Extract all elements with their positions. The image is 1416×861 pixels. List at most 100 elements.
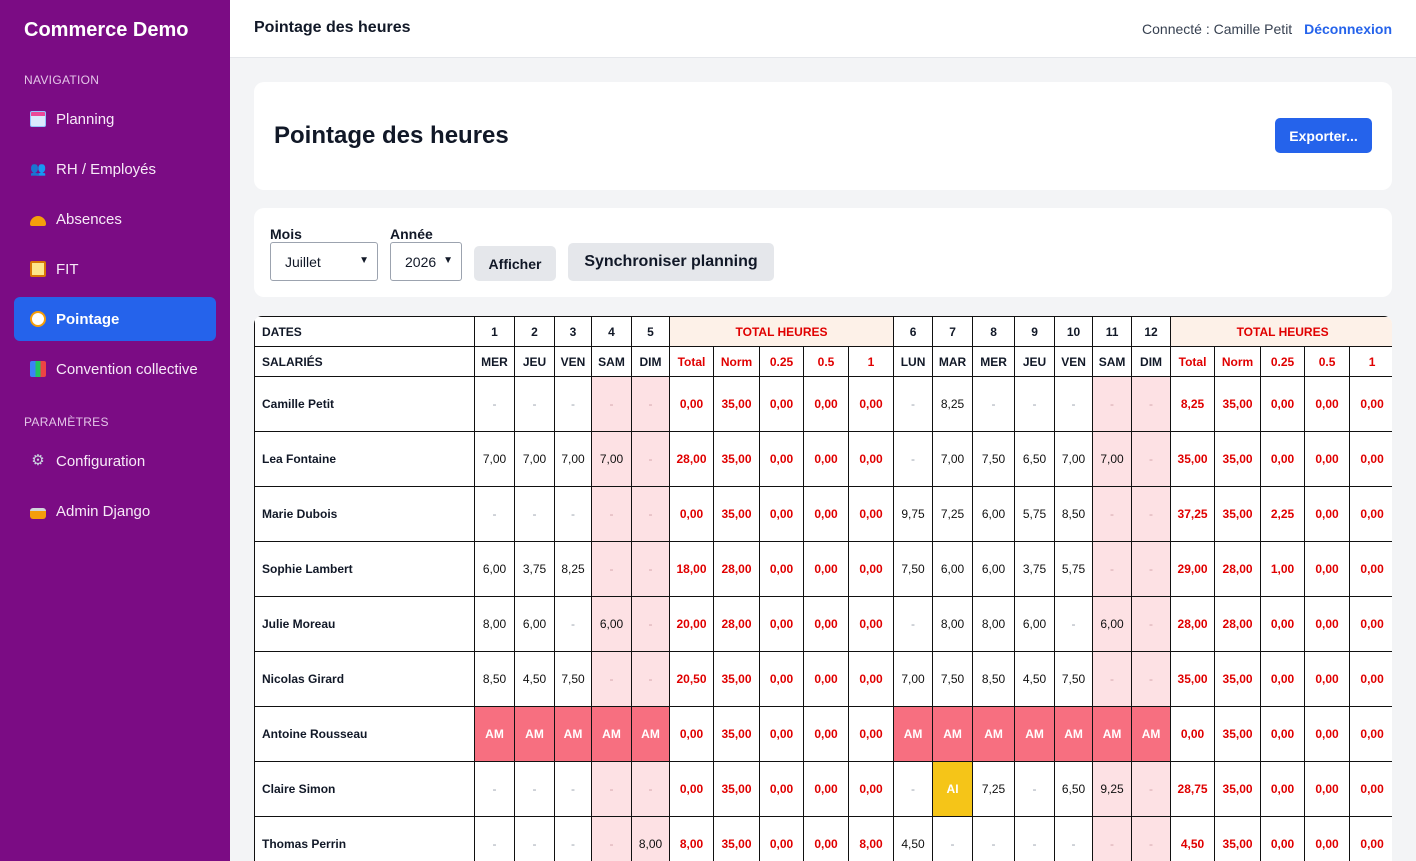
day-hours-cell[interactable]: 7,00 <box>514 431 555 487</box>
day-hours-cell[interactable]: - <box>591 651 632 707</box>
day-hours-cell[interactable]: AM <box>474 706 515 762</box>
export-button[interactable]: Exporter... <box>1275 118 1372 153</box>
day-hours-cell[interactable]: - <box>1131 376 1172 432</box>
day-hours-cell[interactable]: - <box>631 376 670 432</box>
day-hours-cell[interactable]: 8,25 <box>554 541 592 597</box>
day-hours-cell[interactable]: - <box>631 761 670 817</box>
year-select[interactable]: 2026 ▼ <box>390 242 462 281</box>
day-hours-cell[interactable]: - <box>1092 376 1133 432</box>
day-hours-cell[interactable]: 7,00 <box>554 431 592 487</box>
day-hours-cell[interactable]: - <box>1054 816 1094 861</box>
day-hours-cell[interactable]: AM <box>1092 706 1133 762</box>
day-hours-cell[interactable]: - <box>631 486 670 542</box>
day-hours-cell[interactable]: AM <box>591 706 632 762</box>
day-hours-cell[interactable]: 6,00 <box>972 541 1016 597</box>
day-hours-cell[interactable]: - <box>631 596 670 652</box>
day-hours-cell[interactable]: 8,50 <box>972 651 1016 707</box>
day-hours-cell[interactable]: - <box>591 541 632 597</box>
day-hours-cell[interactable]: - <box>514 486 555 542</box>
day-hours-cell[interactable]: AM <box>554 706 592 762</box>
day-hours-cell[interactable]: 6,00 <box>932 541 974 597</box>
day-hours-cell[interactable]: 8,00 <box>474 596 515 652</box>
sidebar-item-convention[interactable]: Convention collective <box>14 347 216 391</box>
day-hours-cell[interactable]: 7,00 <box>1054 431 1094 487</box>
day-hours-cell[interactable]: - <box>1131 816 1172 861</box>
day-hours-cell[interactable]: - <box>554 596 592 652</box>
day-hours-cell[interactable]: AM <box>932 706 974 762</box>
day-hours-cell[interactable]: AM <box>1131 706 1172 762</box>
day-hours-cell[interactable]: - <box>1131 541 1172 597</box>
day-hours-cell[interactable]: - <box>554 816 592 861</box>
day-hours-cell[interactable]: 7,00 <box>1092 431 1133 487</box>
day-hours-cell[interactable]: 7,00 <box>893 651 934 707</box>
day-hours-cell[interactable]: 6,50 <box>1054 761 1094 817</box>
day-hours-cell[interactable]: - <box>893 761 934 817</box>
day-hours-cell[interactable]: - <box>1131 761 1172 817</box>
show-button[interactable]: Afficher <box>474 246 556 281</box>
day-hours-cell[interactable]: - <box>514 376 555 432</box>
day-hours-cell[interactable]: 8,50 <box>1054 486 1094 542</box>
day-hours-cell[interactable]: - <box>1131 486 1172 542</box>
day-hours-cell[interactable]: - <box>1092 541 1133 597</box>
day-hours-cell[interactable]: AM <box>631 706 670 762</box>
day-hours-cell[interactable]: - <box>474 761 515 817</box>
day-hours-cell[interactable]: - <box>1092 651 1133 707</box>
day-hours-cell[interactable]: - <box>1131 651 1172 707</box>
day-hours-cell[interactable]: - <box>591 816 632 861</box>
day-hours-cell[interactable]: 4,50 <box>514 651 555 707</box>
day-hours-cell[interactable]: 9,25 <box>1092 761 1133 817</box>
day-hours-cell[interactable]: - <box>1131 431 1172 487</box>
sidebar-item-admin[interactable]: Admin Django <box>14 489 216 533</box>
day-hours-cell[interactable]: - <box>1014 761 1056 817</box>
day-hours-cell[interactable]: - <box>893 596 934 652</box>
day-hours-cell[interactable]: 6,00 <box>972 486 1016 542</box>
day-hours-cell[interactable]: 3,75 <box>514 541 555 597</box>
day-hours-cell[interactable]: - <box>972 376 1016 432</box>
day-hours-cell[interactable]: - <box>554 376 592 432</box>
day-hours-cell[interactable]: 4,50 <box>893 816 934 861</box>
day-hours-cell[interactable]: - <box>514 816 555 861</box>
day-hours-cell[interactable]: 6,00 <box>474 541 515 597</box>
day-hours-cell[interactable]: - <box>554 761 592 817</box>
day-hours-cell[interactable]: - <box>1054 376 1094 432</box>
day-hours-cell[interactable]: AM <box>972 706 1016 762</box>
day-hours-cell[interactable]: 8,00 <box>972 596 1016 652</box>
day-hours-cell[interactable]: 6,00 <box>591 596 632 652</box>
day-hours-cell[interactable]: - <box>1092 486 1133 542</box>
sidebar-item-absences[interactable]: Absences <box>14 197 216 241</box>
day-hours-cell[interactable]: - <box>1014 816 1056 861</box>
day-hours-cell[interactable]: 6,50 <box>1014 431 1056 487</box>
day-hours-cell[interactable]: 5,75 <box>1014 486 1056 542</box>
day-hours-cell[interactable]: - <box>1014 376 1056 432</box>
day-hours-cell[interactable]: AM <box>1054 706 1094 762</box>
day-hours-cell[interactable]: 7,00 <box>591 431 632 487</box>
day-hours-cell[interactable]: - <box>972 816 1016 861</box>
day-hours-cell[interactable]: 7,50 <box>972 431 1016 487</box>
day-hours-cell[interactable]: 3,75 <box>1014 541 1056 597</box>
day-hours-cell[interactable]: 7,50 <box>554 651 592 707</box>
day-hours-cell[interactable]: AM <box>514 706 555 762</box>
logout-link[interactable]: Déconnexion <box>1304 21 1392 37</box>
day-hours-cell[interactable]: - <box>1054 596 1094 652</box>
day-hours-cell[interactable]: - <box>591 486 632 542</box>
day-hours-cell[interactable]: 4,50 <box>1014 651 1056 707</box>
sidebar-item-configuration[interactable]: ⚙ Configuration <box>14 439 216 483</box>
day-hours-cell[interactable]: - <box>893 376 934 432</box>
day-hours-cell[interactable]: 8,50 <box>474 651 515 707</box>
day-hours-cell[interactable]: - <box>591 761 632 817</box>
day-hours-cell[interactable]: 7,25 <box>932 486 974 542</box>
day-hours-cell[interactable]: AM <box>1014 706 1056 762</box>
day-hours-cell[interactable]: - <box>474 816 515 861</box>
day-hours-cell[interactable]: - <box>554 486 592 542</box>
day-hours-cell[interactable]: - <box>474 376 515 432</box>
day-hours-cell[interactable]: AI <box>932 761 974 817</box>
day-hours-cell[interactable]: 6,00 <box>1014 596 1056 652</box>
day-hours-cell[interactable]: 7,00 <box>932 431 974 487</box>
day-hours-cell[interactable]: 7,50 <box>932 651 974 707</box>
day-hours-cell[interactable]: 7,50 <box>893 541 934 597</box>
day-hours-cell[interactable]: - <box>1131 596 1172 652</box>
day-hours-cell[interactable]: - <box>591 376 632 432</box>
day-hours-cell[interactable]: 8,25 <box>932 376 974 432</box>
month-select[interactable]: Juillet ▼ <box>270 242 378 281</box>
day-hours-cell[interactable]: - <box>631 431 670 487</box>
